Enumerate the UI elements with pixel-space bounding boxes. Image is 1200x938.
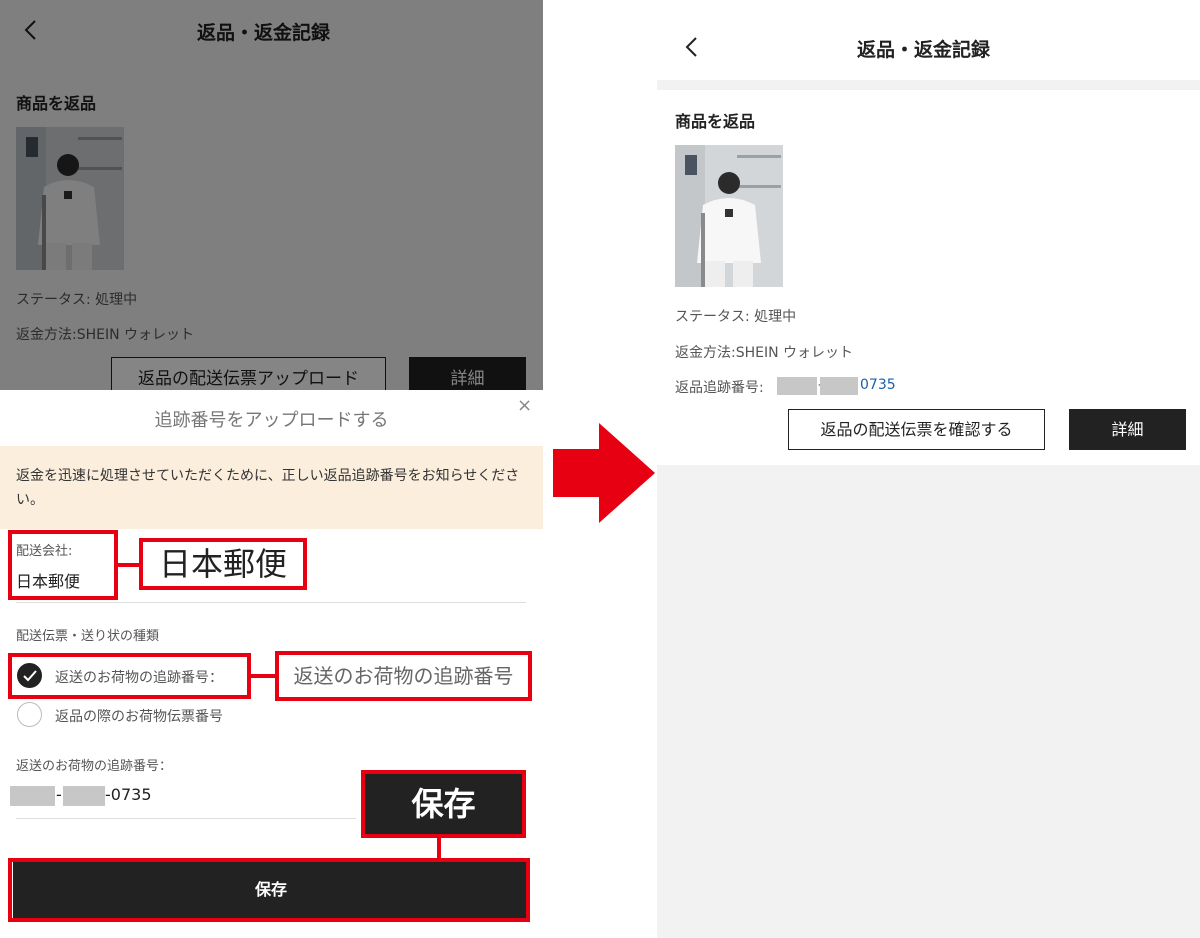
redacted-block [777,377,817,395]
detail-button[interactable]: 詳細 [1069,409,1186,450]
tracking-type-highlight [8,653,251,699]
carrier-divider [16,602,526,603]
tracking-field-label: 返送のお荷物の追跡番号： [16,759,173,774]
notice-banner: 返金を迅速に処理させていただくために、正しい返品追跡番号をお知らせください。 [0,446,543,529]
confirm-slip-button[interactable]: 返品の配送伝票を確認する [788,409,1045,450]
arrow-right-icon [553,423,655,523]
right-screen: 返品・返金記録 商品を返品 ステータス: 処理中 返金方法:SHEIN ウォレッ… [657,0,1200,938]
save-highlight [8,858,530,922]
section-title: 商品を返品 [675,112,756,131]
redacted-block [10,786,55,806]
carrier-callout: 日本郵便 [139,538,307,590]
option-slip-radio[interactable] [17,702,42,727]
tracking-number-input[interactable]: -0735 [105,785,152,804]
back-icon[interactable] [681,36,703,58]
header: 返品・返金記録 [657,0,1200,80]
page-title: 返品・返金記録 [857,39,991,61]
tracking-type-callout: 返送のお荷物の追跡番号 [275,651,532,701]
modal-backdrop[interactable] [0,0,543,390]
return-card: 商品を返品 ステータス: 処理中 返金方法:SHEIN ウォレット 返品追跡番号… [657,90,1200,465]
callout-connector [117,563,139,567]
product-image[interactable] [675,145,783,287]
notice-text: 返金を迅速に処理させていただくために、正しい返品追跡番号をお知らせください。 [16,468,520,508]
redacted-block [820,377,858,395]
close-icon[interactable]: × [517,395,532,416]
tracking-number-link[interactable]: 0735 [860,377,896,393]
status-text: ステータス: 処理中 [675,309,797,325]
refund-method-text: 返金方法:SHEIN ウォレット [675,345,854,361]
slip-type-label: 配送伝票・送り状の種類 [16,629,160,644]
callout-connector [250,674,276,678]
left-screen: 返品・返金記録 商品を返品 ステータス: 処理中 返金方法:SHEIN ウォレッ… [0,0,543,938]
modal-title: 追跡番号をアップロードする [154,410,389,431]
tracking-divider [16,818,356,819]
carrier-highlight [8,530,118,600]
save-callout: 保存 [361,770,526,838]
tracking-label: 返品追跡番号: [675,380,764,396]
redacted-block [63,786,105,806]
option-slip-label[interactable]: 返品の際のお荷物伝票番号 [55,706,223,726]
tracking-dash: - [56,785,62,804]
